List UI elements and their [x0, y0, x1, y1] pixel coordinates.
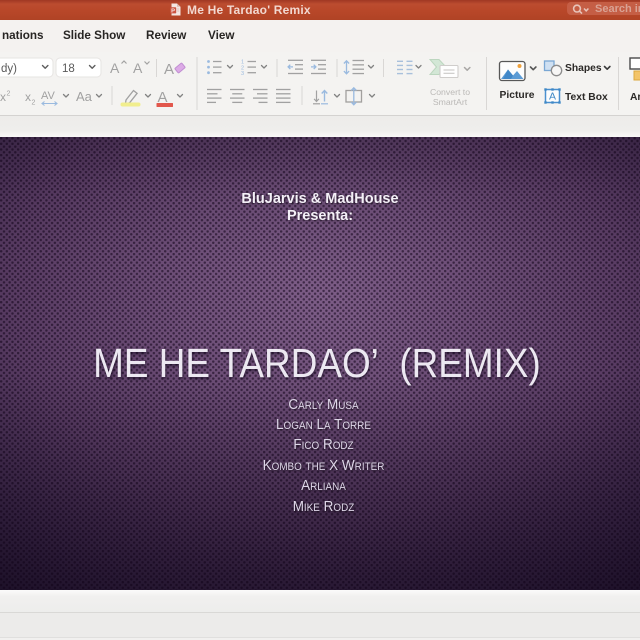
svg-text:3: 3 [241, 71, 244, 77]
svg-text:A: A [549, 91, 556, 103]
svg-text:18: 18 [62, 63, 75, 75]
svg-text:2: 2 [7, 91, 11, 98]
svg-text:x: x [0, 90, 6, 104]
svg-text:A: A [133, 60, 143, 76]
svg-text:Aa: Aa [76, 89, 93, 104]
svg-text:2: 2 [32, 100, 36, 107]
svg-text:P: P [171, 8, 175, 14]
svg-text:AV: AV [41, 90, 56, 102]
svg-text:A: A [164, 61, 174, 78]
svg-text:x: x [25, 90, 31, 104]
svg-text:dy): dy) [1, 63, 17, 75]
svg-text:A: A [110, 60, 120, 76]
